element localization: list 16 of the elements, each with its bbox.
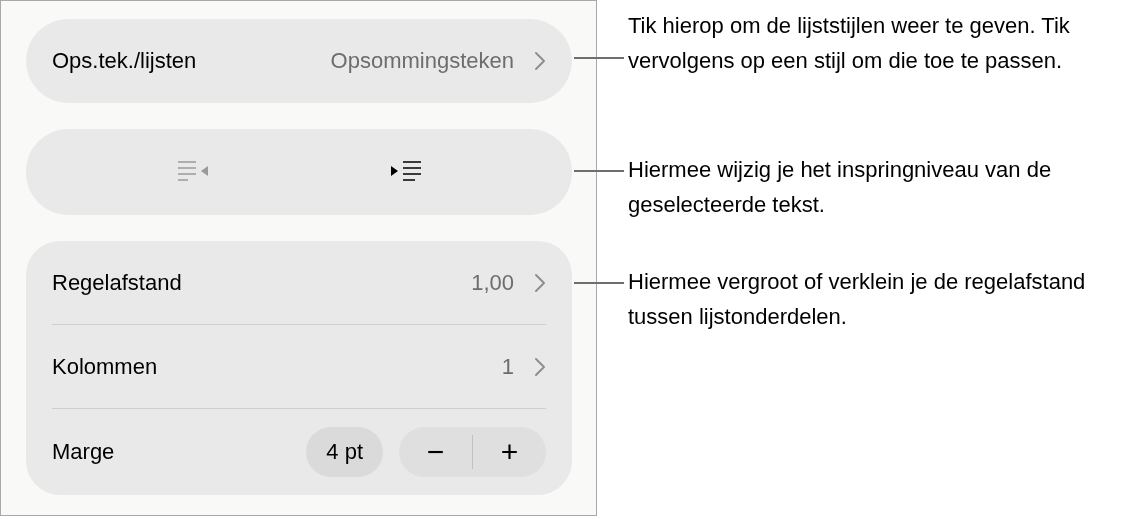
callout-text: Tik hierop om de lijststijlen weer te geven. Tik vervolgens op een stijl om die toe te passen. <box>628 12 1071 75</box>
chevron-icon <box>534 51 546 71</box>
value-field[interactable]: 4 pt <box>306 427 383 477</box>
setting-row[interactable]: Regelafstand 1,00 <box>52 241 546 325</box>
callout-text: Hiermee wijzig je het inspringniveau van de geselecteerde tekst. <box>628 156 1053 219</box>
leader-line <box>574 57 624 59</box>
setting-row[interactable]: Kolommen 1 <box>52 325 546 409</box>
chevron-icon <box>534 356 546 377</box>
setting-label: Marge <box>52 439 115 465</box>
decrement-button[interactable]: − <box>399 427 472 477</box>
chevron-icon <box>534 272 546 293</box>
callout-text: Hiermee vergroot of verklein je de regelafstand tussen lijstonderdelen. <box>628 268 1087 331</box>
leader-line <box>574 170 624 172</box>
leader-line <box>574 282 624 284</box>
list-style-row[interactable]: Ops.tek./lijsten Opsommingsteken <box>26 19 572 103</box>
increment-button[interactable]: + <box>473 427 546 477</box>
